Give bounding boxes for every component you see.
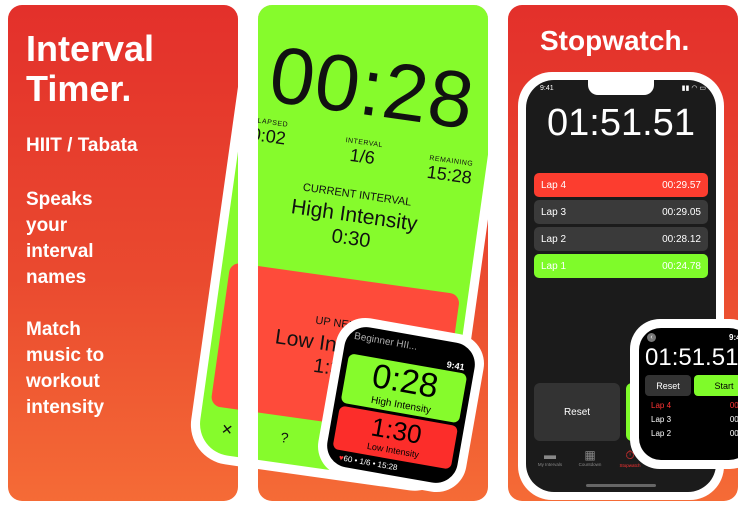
watch-screen: ‹ 9:41 01:51.51 Reset Start Lap 4 00:29.5… bbox=[639, 328, 738, 460]
grid-icon: ▦ bbox=[584, 448, 596, 462]
status-icons: ▮▮ ◠ ▭ bbox=[681, 85, 706, 92]
lap-time: 00:29.57 bbox=[662, 179, 701, 191]
stopwatch-hero-title: Stopwatch. bbox=[540, 25, 690, 56]
back-icon[interactable]: ‹ bbox=[647, 333, 656, 342]
panel-interval-timer: 00:28 ELAPSED0:02 INTERVAL1/6 REMAINING1… bbox=[8, 5, 238, 501]
tab-countdown[interactable]: ▦ Countdown bbox=[570, 448, 610, 467]
elapsed-value: 0:02 bbox=[258, 123, 288, 149]
lap-label: Lap 2 bbox=[651, 429, 672, 438]
home-indicator bbox=[586, 484, 656, 487]
lap-time: 00:29.05 bbox=[729, 415, 738, 424]
interval-phone: 00:28 ELAPSED0:02 INTERVAL1/6 REMAINING1… bbox=[185, 5, 238, 496]
lap-label: Lap 3 bbox=[541, 206, 567, 218]
current-interval: CURRENT INTERVAL High Intensity 0:30 bbox=[227, 172, 238, 268]
lap-time: 00:29.05 bbox=[662, 206, 701, 218]
watch-lap-row: Lap 4 00:29.57 bbox=[651, 401, 738, 410]
feature-music: Match music to workout intensity bbox=[26, 319, 105, 418]
lap-label: Lap 4 bbox=[651, 401, 672, 410]
lap-label: Lap 1 bbox=[541, 260, 567, 272]
lap-time: 00:28.12 bbox=[729, 429, 738, 438]
watch-workout-title: Beginner HII... bbox=[353, 330, 419, 353]
panel-stopwatch: Stopwatch. 9:41 ▮▮ ◠ ▭ 01:51.51 Lap 4 00:… bbox=[508, 5, 738, 501]
phone-notch bbox=[588, 80, 654, 95]
current-interval: CURRENT INTERVAL High Intensity 0:30 bbox=[258, 172, 481, 268]
reset-button[interactable]: Reset bbox=[534, 383, 620, 441]
help-icon[interactable]: ? bbox=[280, 429, 290, 446]
close-icon[interactable]: ✕ bbox=[220, 421, 234, 439]
lap-label: Lap 2 bbox=[541, 233, 567, 245]
feature-speaks: Speaks your interval names bbox=[26, 189, 94, 288]
watch-start-button[interactable]: Start bbox=[694, 375, 738, 396]
up-next-card[interactable]: UP NEXT Low Intensity 1:30 bbox=[210, 262, 238, 439]
interval-big-time: 00:28 bbox=[264, 29, 480, 147]
lap-row: Lap 3 00:29.05 bbox=[534, 200, 708, 224]
panel-interval-screen: 00:28 ELAPSED 0:02 INTERVAL 1/6 REMAINING 1… bbox=[258, 5, 488, 501]
stopwatch-time: 01:51.51 bbox=[547, 102, 695, 144]
watch-clock: 9:41 bbox=[729, 333, 738, 342]
interval-watch: Beginner HII... 9:41 0:28 High Intensity… bbox=[313, 313, 488, 497]
lap-row: Lap 1 00:24.78 bbox=[534, 254, 708, 278]
folder-icon: ▬ bbox=[544, 448, 556, 462]
interval-stat: INTERVAL 1/6 bbox=[342, 137, 383, 170]
hero-subtitle: HIIT / Tabata bbox=[26, 135, 138, 156]
up-next-time: 1:30 bbox=[216, 341, 238, 396]
lap-time: 00:29.57 bbox=[729, 401, 738, 410]
hero-title: Interval Timer. bbox=[26, 28, 155, 109]
lap-time: 00:24.78 bbox=[662, 260, 701, 272]
watch-screen: Beginner HII... 9:41 0:28 High Intensity… bbox=[323, 323, 479, 487]
lap-row: Lap 4 00:29.57 bbox=[534, 173, 708, 197]
watch-reset-button[interactable]: Reset bbox=[645, 375, 691, 396]
tab-my-intervals[interactable]: ▬ My Intervals bbox=[530, 448, 570, 467]
remaining-stat: REMAINING 15:28 bbox=[426, 155, 475, 189]
elapsed-stat: ELAPSED 0:02 bbox=[258, 117, 288, 150]
lap-time: 00:28.12 bbox=[662, 233, 701, 245]
stopwatch-watch: ‹ 9:41 01:51.51 Reset Start Lap 4 00:29.5… bbox=[630, 319, 738, 469]
watch-lap-row: Lap 2 00:28.12 bbox=[651, 429, 738, 438]
interval-screen: 00:28 ELAPSED0:02 INTERVAL1/6 REMAINING1… bbox=[195, 5, 238, 486]
watch-stopwatch-time: 01:51.51 bbox=[645, 344, 738, 371]
current-interval-time: 0:30 bbox=[227, 211, 238, 268]
watch-lap-row: Lap 3 00:29.05 bbox=[651, 415, 738, 424]
lap-label: Lap 4 bbox=[541, 179, 567, 191]
status-clock: 9:41 bbox=[540, 85, 554, 92]
lap-label: Lap 3 bbox=[651, 415, 672, 424]
lap-row: Lap 2 00:28.12 bbox=[534, 227, 708, 251]
